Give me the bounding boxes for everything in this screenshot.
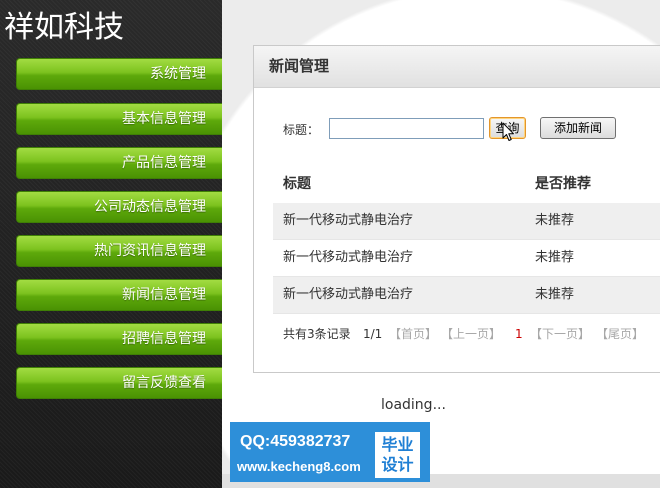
sidebar-item-feedback-view[interactable]: 留言反馈查看 xyxy=(16,367,222,399)
watermark: QQ:459382737 www.kecheng8.com 毕业 设计 xyxy=(230,422,430,482)
sidebar-item-basic-info-management[interactable]: 基本信息管理 xyxy=(16,103,222,135)
watermark-badge-line2: 设计 xyxy=(381,455,414,474)
pagination-current-page[interactable]: 1 xyxy=(515,323,523,345)
brand-title: 祥如科技 xyxy=(4,10,124,45)
mouse-cursor-icon xyxy=(502,122,514,141)
row-title-cell: 新一代移动式静电治疗 xyxy=(283,287,414,302)
news-table: 标题 是否推荐 新一代移动式静电治疗 未推荐 新一代移动式静电治疗 未推荐 新一… xyxy=(273,165,660,314)
row-recommend-cell: 未推荐 xyxy=(535,213,575,228)
table-row: 新一代移动式静电治疗 未推荐 xyxy=(273,203,660,240)
table-header: 标题 是否推荐 xyxy=(273,165,660,203)
pagination-last-link[interactable]: 【尾页】 xyxy=(596,323,644,345)
watermark-badge-line1: 毕业 xyxy=(381,435,414,454)
sidebar-item-system-management[interactable]: 系统管理 xyxy=(16,58,222,90)
column-header-recommended: 是否推荐 xyxy=(535,176,591,192)
loading-status: loading... xyxy=(381,397,446,413)
watermark-badge: 毕业 设计 xyxy=(375,432,420,478)
row-recommend-cell: 未推荐 xyxy=(535,287,575,302)
sidebar-item-product-info-management[interactable]: 产品信息管理 xyxy=(16,147,222,179)
table-row: 新一代移动式静电治疗 未推荐 xyxy=(273,277,660,314)
panel-header: 新闻管理 xyxy=(254,46,660,88)
pagination-total: 共有3条记录 xyxy=(283,327,351,341)
row-recommend-cell: 未推荐 xyxy=(535,250,575,265)
table-row: 新一代移动式静电治疗 未推荐 xyxy=(273,240,660,277)
row-title-cell: 新一代移动式静电治疗 xyxy=(283,213,414,228)
sidebar-item-news-info-management[interactable]: 新闻信息管理 xyxy=(16,279,222,311)
watermark-qq: QQ:459382737 xyxy=(240,433,351,450)
add-news-button[interactable]: 添加新闻 xyxy=(540,117,616,139)
pagination-page-indicator: 1/1 xyxy=(363,327,383,341)
panel-title: 新闻管理 xyxy=(269,57,330,75)
sidebar-item-company-news-management[interactable]: 公司动态信息管理 xyxy=(16,191,222,223)
pagination-next-link[interactable]: 【下一页】 xyxy=(530,323,590,345)
search-title-label: 标题： xyxy=(283,123,320,137)
sidebar-item-recruitment-management[interactable]: 招聘信息管理 xyxy=(16,323,222,355)
column-header-title: 标题 xyxy=(283,176,311,192)
sidebar: 祥如科技 系统管理 基本信息管理 产品信息管理 公司动态信息管理 热门资讯信息管… xyxy=(0,0,222,488)
row-title-cell: 新一代移动式静电治疗 xyxy=(283,250,414,265)
pagination-first-link[interactable]: 【首页】 xyxy=(389,323,437,345)
sidebar-item-hot-info-management[interactable]: 热门资讯信息管理 xyxy=(16,235,222,267)
watermark-site: www.kecheng8.com xyxy=(237,459,361,474)
pagination: 共有3条记录 1/1 【首页】 【上一页】 1 【下一页】 【尾页】 xyxy=(254,323,660,345)
news-panel: 新闻管理 标题： 查询 添加新闻 标题 是否推荐 新一代移动式静电治疗 未推荐 … xyxy=(253,45,660,373)
pagination-prev-link[interactable]: 【上一页】 xyxy=(441,323,501,345)
search-title-input[interactable] xyxy=(329,118,484,139)
